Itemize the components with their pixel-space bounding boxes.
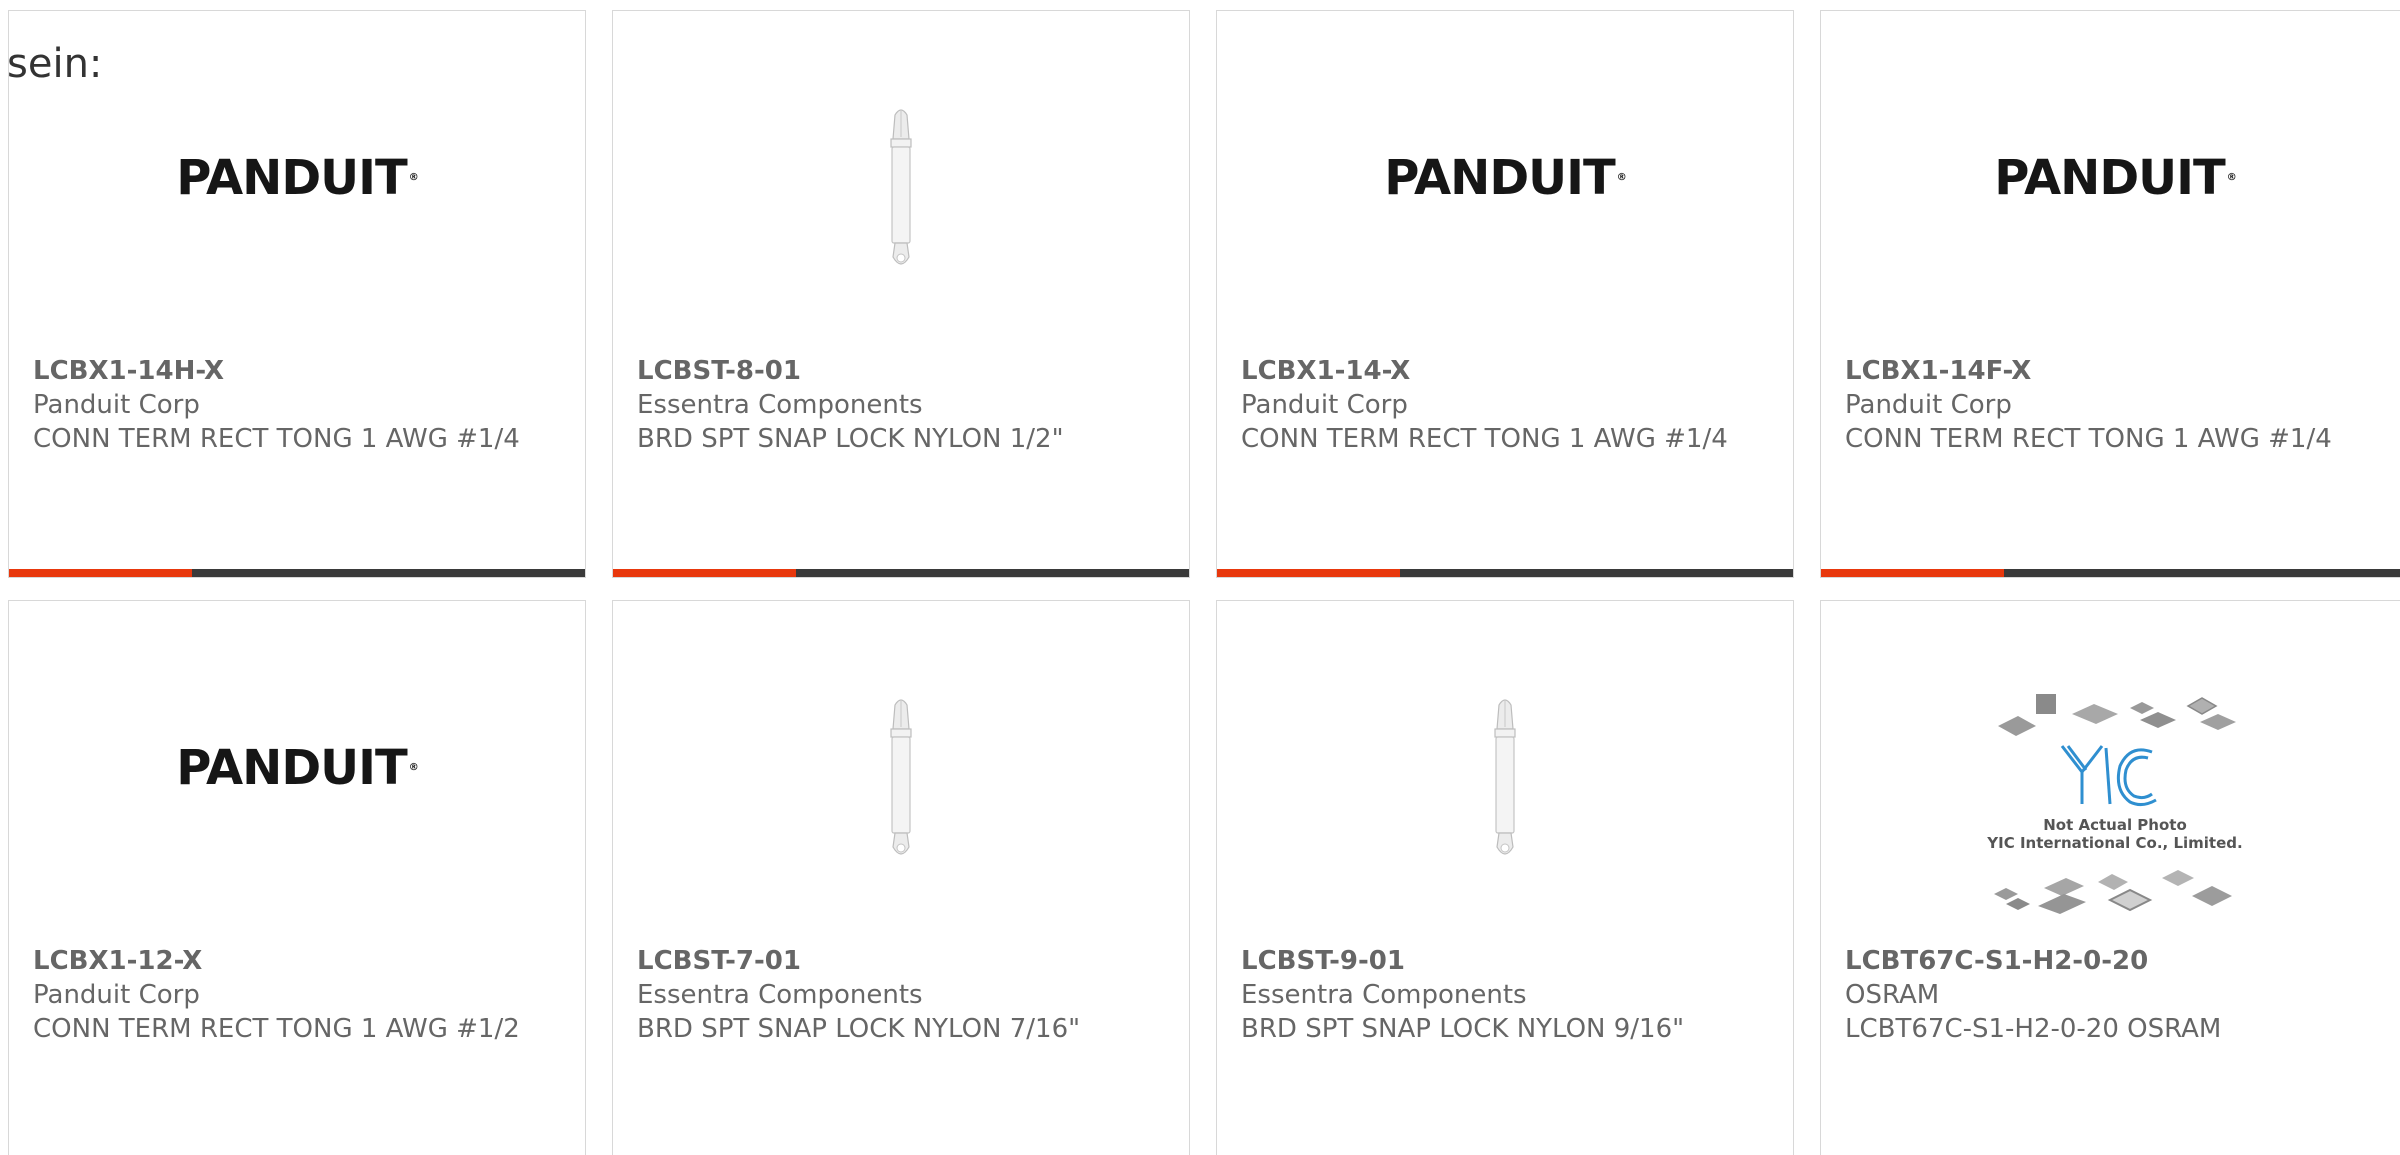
product-image[interactable]: [613, 601, 1189, 931]
card-accent-bar: [1821, 569, 2400, 577]
product-card[interactable]: LCBST-9-01 Essentra Components BRD SPT S…: [1216, 600, 1794, 1155]
card-accent-bar: [613, 569, 1189, 577]
product-description: CONN TERM RECT TONG 1 AWG #1/4: [33, 424, 520, 454]
product-card[interactable]: PANDUIT ® LCBX1-12-X Panduit Corp CONN TE…: [8, 600, 586, 1155]
panduit-logo-text: PANDUIT: [176, 740, 408, 796]
manufacturer-name: Panduit Corp: [1845, 390, 2012, 420]
product-image[interactable]: [1217, 601, 1793, 931]
product-card[interactable]: PANDUIT ® LCBX1-14-X Panduit Corp CONN TE…: [1216, 10, 1794, 578]
product-card[interactable]: PANDUIT ® LCBX1-14F-X Panduit Corp CONN T…: [1820, 10, 2400, 578]
manufacturer-name: Panduit Corp: [1241, 390, 1408, 420]
product-image[interactable]: PANDUIT ®: [1217, 11, 1793, 341]
part-number-link[interactable]: LCBX1-14H-X: [33, 354, 561, 388]
product-description: BRD SPT SNAP LOCK NYLON 7/16": [637, 1014, 1081, 1044]
product-image[interactable]: Not Actual Photo YIC International Co., …: [1821, 601, 2400, 931]
product-description: BRD SPT SNAP LOCK NYLON 9/16": [1241, 1014, 1685, 1044]
panduit-logo: PANDUIT ®: [1994, 150, 2237, 206]
manufacturer-name: OSRAM: [1845, 980, 1940, 1010]
panduit-logo-text: PANDUIT: [1384, 150, 1616, 206]
panduit-logo-text: PANDUIT: [176, 150, 408, 206]
part-number-link[interactable]: LCBX1-12-X: [33, 944, 561, 978]
product-card[interactable]: PANDUIT ® LCBX1-14H-X Panduit Corp CONN T…: [8, 10, 586, 578]
manufacturer-name: Essentra Components: [637, 980, 923, 1010]
part-number-link[interactable]: LCBX1-14F-X: [1845, 354, 2385, 388]
product-image[interactable]: PANDUIT ®: [1821, 11, 2400, 341]
product-image[interactable]: PANDUIT ®: [9, 601, 585, 931]
part-number-link[interactable]: LCBT67C-S1-H2-0-20: [1845, 944, 2385, 978]
product-description: CONN TERM RECT TONG 1 AWG #1/4: [1845, 424, 2332, 454]
standoff-photo: [1494, 699, 1516, 855]
product-description: CONN TERM RECT TONG 1 AWG #1/4: [1241, 424, 1728, 454]
card-accent-bar: [1217, 569, 1793, 577]
standoff-photo: [890, 109, 912, 265]
panduit-logo-text: PANDUIT: [1994, 150, 2226, 206]
product-image[interactable]: [613, 11, 1189, 341]
manufacturer-name: Panduit Corp: [33, 390, 200, 420]
yic-placeholder-image: Not Actual Photo YIC International Co., …: [1986, 694, 2243, 914]
product-description: BRD SPT SNAP LOCK NYLON 1/2": [637, 424, 1064, 454]
product-card[interactable]: LCBST-8-01 Essentra Components BRD SPT S…: [612, 10, 1190, 578]
product-grid-page: sein: PANDUIT ® LCBX1-14H-X Panduit Corp …: [0, 0, 2400, 1155]
part-number-link[interactable]: LCBST-8-01: [637, 354, 1165, 388]
manufacturer-name: Panduit Corp: [33, 980, 200, 1010]
product-description: LCBT67C-S1-H2-0-20 OSRAM: [1845, 1014, 2222, 1044]
yic-company-text: YIC International Co., Limited.: [1986, 834, 2242, 852]
panduit-logo: PANDUIT ®: [176, 740, 419, 796]
card-accent-bar: [9, 569, 585, 577]
part-number-link[interactable]: LCBST-7-01: [637, 944, 1165, 978]
standoff-photo: [890, 699, 912, 855]
manufacturer-name: Essentra Components: [637, 390, 923, 420]
manufacturer-name: Essentra Components: [1241, 980, 1527, 1010]
part-number-link[interactable]: LCBX1-14-X: [1241, 354, 1769, 388]
not-actual-photo-text: Not Actual Photo: [2043, 816, 2187, 834]
part-number-link[interactable]: LCBST-9-01: [1241, 944, 1769, 978]
product-description: CONN TERM RECT TONG 1 AWG #1/2: [33, 1014, 520, 1044]
panduit-logo: PANDUIT ®: [176, 150, 419, 206]
product-card[interactable]: LCBST-7-01 Essentra Components BRD SPT S…: [612, 600, 1190, 1155]
product-card[interactable]: Not Actual Photo YIC International Co., …: [1820, 600, 2400, 1155]
panduit-logo: PANDUIT ®: [1384, 150, 1627, 206]
intro-text: sein:: [7, 41, 103, 87]
